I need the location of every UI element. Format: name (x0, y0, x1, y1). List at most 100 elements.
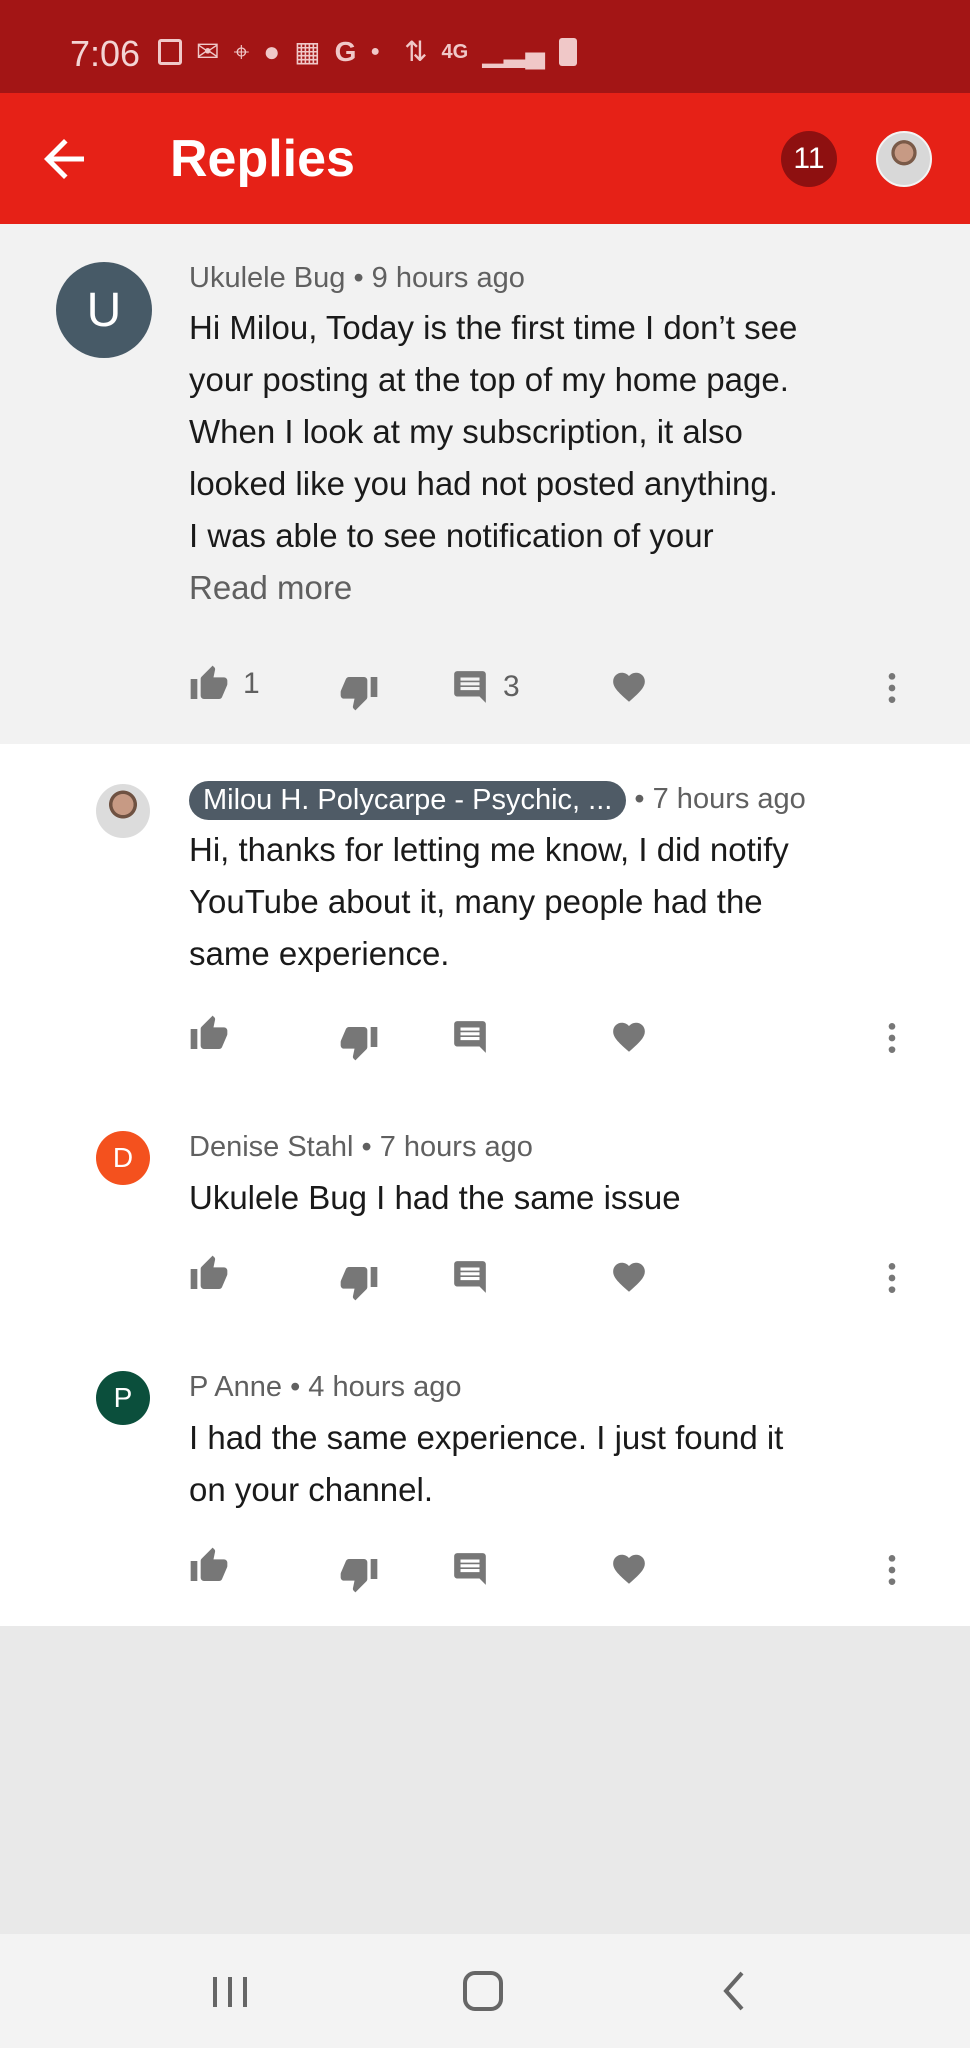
avatar[interactable]: U (56, 262, 152, 358)
comment-line: YouTube about it, many people had the (189, 883, 763, 920)
like-button[interactable]: 1 (189, 664, 260, 704)
heart-button[interactable] (610, 1018, 648, 1056)
mail-icon: ✉ (196, 36, 220, 67)
comment-line: on your channel. (189, 1471, 434, 1508)
reply-button[interactable] (451, 1258, 489, 1296)
signal-icon: ▁▂▄ (482, 36, 546, 67)
thumb-down-icon (340, 1559, 378, 1593)
system-nav-bar (0, 1934, 970, 2048)
meta-separator: • (361, 1131, 372, 1163)
arrow-back-icon (44, 139, 84, 179)
comment-time: 9 hours ago (371, 262, 525, 294)
like-button[interactable] (189, 1014, 229, 1054)
comment-line: looked like you had not posted anything. (189, 465, 778, 502)
meta-separator: • (353, 262, 364, 294)
heart-icon (613, 1554, 645, 1584)
comment-line: Hi Milou, Today is the first time I don’… (189, 309, 798, 346)
comment-line: Hi, thanks for letting me know, I did no… (189, 831, 789, 868)
comment-time: 7 hours ago (652, 783, 806, 816)
more-options-button[interactable] (872, 1258, 912, 1298)
thumb-up-icon (190, 1015, 228, 1049)
comment-line: When I look at my subscription, it also (189, 413, 743, 450)
comment-meta: Denise Stahl • 7 hours ago (189, 1131, 533, 1164)
comment-meta: Ukulele Bug • 9 hours ago (189, 262, 525, 295)
like-button[interactable] (189, 1546, 229, 1586)
status-time: 7:06 (70, 33, 141, 74)
avatar[interactable] (96, 784, 150, 838)
heart-button[interactable] (610, 1550, 648, 1588)
heart-button[interactable] (610, 668, 648, 706)
thumb-down-icon (340, 1027, 378, 1061)
comment-author[interactable]: Ukulele Bug (189, 262, 345, 294)
replies-list: Milou H. Polycarpe - Psychic, ... • 7 ho… (0, 744, 970, 1626)
dislike-button[interactable] (339, 672, 379, 712)
location-icon: ⌖ (233, 36, 250, 67)
comment-time: 7 hours ago (379, 1131, 533, 1163)
reply-button[interactable] (451, 1018, 489, 1056)
more-options-button[interactable] (872, 668, 912, 708)
page-title: Replies (170, 130, 355, 188)
read-more-link[interactable]: Read more (189, 569, 352, 607)
comment-time: 4 hours ago (308, 1371, 462, 1403)
dislike-button[interactable] (339, 1262, 379, 1302)
comment-line: I had the same experience. I just found … (189, 1419, 784, 1456)
comment-icon (454, 1261, 486, 1293)
app-bar: Replies 11 (0, 93, 970, 224)
comment-line: your posting at the top of my home page. (189, 361, 789, 398)
channel-owner-chip[interactable]: Milou H. Polycarpe - Psychic, ... (189, 781, 627, 820)
home-button[interactable] (448, 1959, 518, 2023)
avatar[interactable]: D (96, 1131, 150, 1185)
account-avatar[interactable] (876, 131, 932, 187)
dislike-button[interactable] (339, 1554, 379, 1594)
thumb-down-icon (340, 1267, 378, 1301)
comment-author[interactable]: P Anne (189, 1371, 282, 1403)
parent-comment: U Ukulele Bug • 9 hours ago Hi Milou, To… (0, 224, 970, 744)
comment-icon (454, 1553, 486, 1585)
more-vert-icon (888, 1555, 896, 1585)
dot-icon: ● (370, 43, 381, 60)
avatar[interactable]: P (96, 1371, 150, 1425)
recent-apps-button[interactable] (195, 1959, 265, 2023)
comment-meta: Milou H. Polycarpe - Psychic, ... • 7 ho… (189, 781, 806, 820)
dislike-button[interactable] (339, 1022, 379, 1062)
comment-icon (454, 671, 486, 703)
more-vert-icon (888, 673, 896, 703)
comment-body: I had the same experience. I just found … (189, 1412, 909, 1516)
more-vert-icon (888, 1263, 896, 1293)
battery-icon (559, 38, 578, 66)
thumb-down-icon (340, 677, 378, 711)
back-nav-button[interactable] (700, 1959, 770, 2023)
chevron-left-icon (723, 1971, 744, 2011)
home-icon (463, 1971, 503, 2011)
comment-meta: P Anne • 4 hours ago (189, 1371, 461, 1404)
like-button[interactable] (189, 1254, 229, 1294)
thumb-up-icon (190, 1255, 228, 1289)
calendar-icon: ▦ (294, 36, 321, 67)
heart-button[interactable] (610, 1258, 648, 1296)
reply-button[interactable] (451, 1550, 489, 1588)
comment-body: Hi Milou, Today is the first time I don’… (189, 302, 909, 562)
comment-icon (454, 1021, 486, 1053)
notifications-button[interactable]: 11 (781, 131, 837, 187)
comment-body: Hi, thanks for letting me know, I did no… (189, 824, 909, 980)
comment-body: Ukulele Bug I had the same issue (189, 1172, 909, 1224)
thumb-up-icon (190, 665, 228, 699)
google-icon: G (334, 36, 357, 67)
comment-author[interactable]: Denise Stahl (189, 1131, 353, 1163)
comment-line: same experience. (189, 935, 450, 972)
reply-button[interactable]: 3 (451, 668, 520, 706)
more-options-button[interactable] (872, 1550, 912, 1590)
heart-icon (613, 1022, 645, 1052)
more-vert-icon (888, 1023, 896, 1053)
meta-separator: • (634, 783, 645, 816)
comment-line: Ukulele Bug I had the same issue (189, 1179, 681, 1216)
back-button[interactable] (34, 129, 94, 189)
heart-icon (613, 672, 645, 702)
recent-apps-icon (213, 1977, 247, 2007)
like-count: 1 (243, 667, 260, 700)
more-options-button[interactable] (872, 1018, 912, 1058)
status-icons: ✉ ⌖ ● ▦ G ● ⇅ 4G ▁▂▄ (158, 36, 578, 67)
reply-count: 3 (503, 670, 520, 703)
comment-line: I was able to see notification of your (189, 517, 714, 554)
heart-icon (613, 1262, 645, 1292)
